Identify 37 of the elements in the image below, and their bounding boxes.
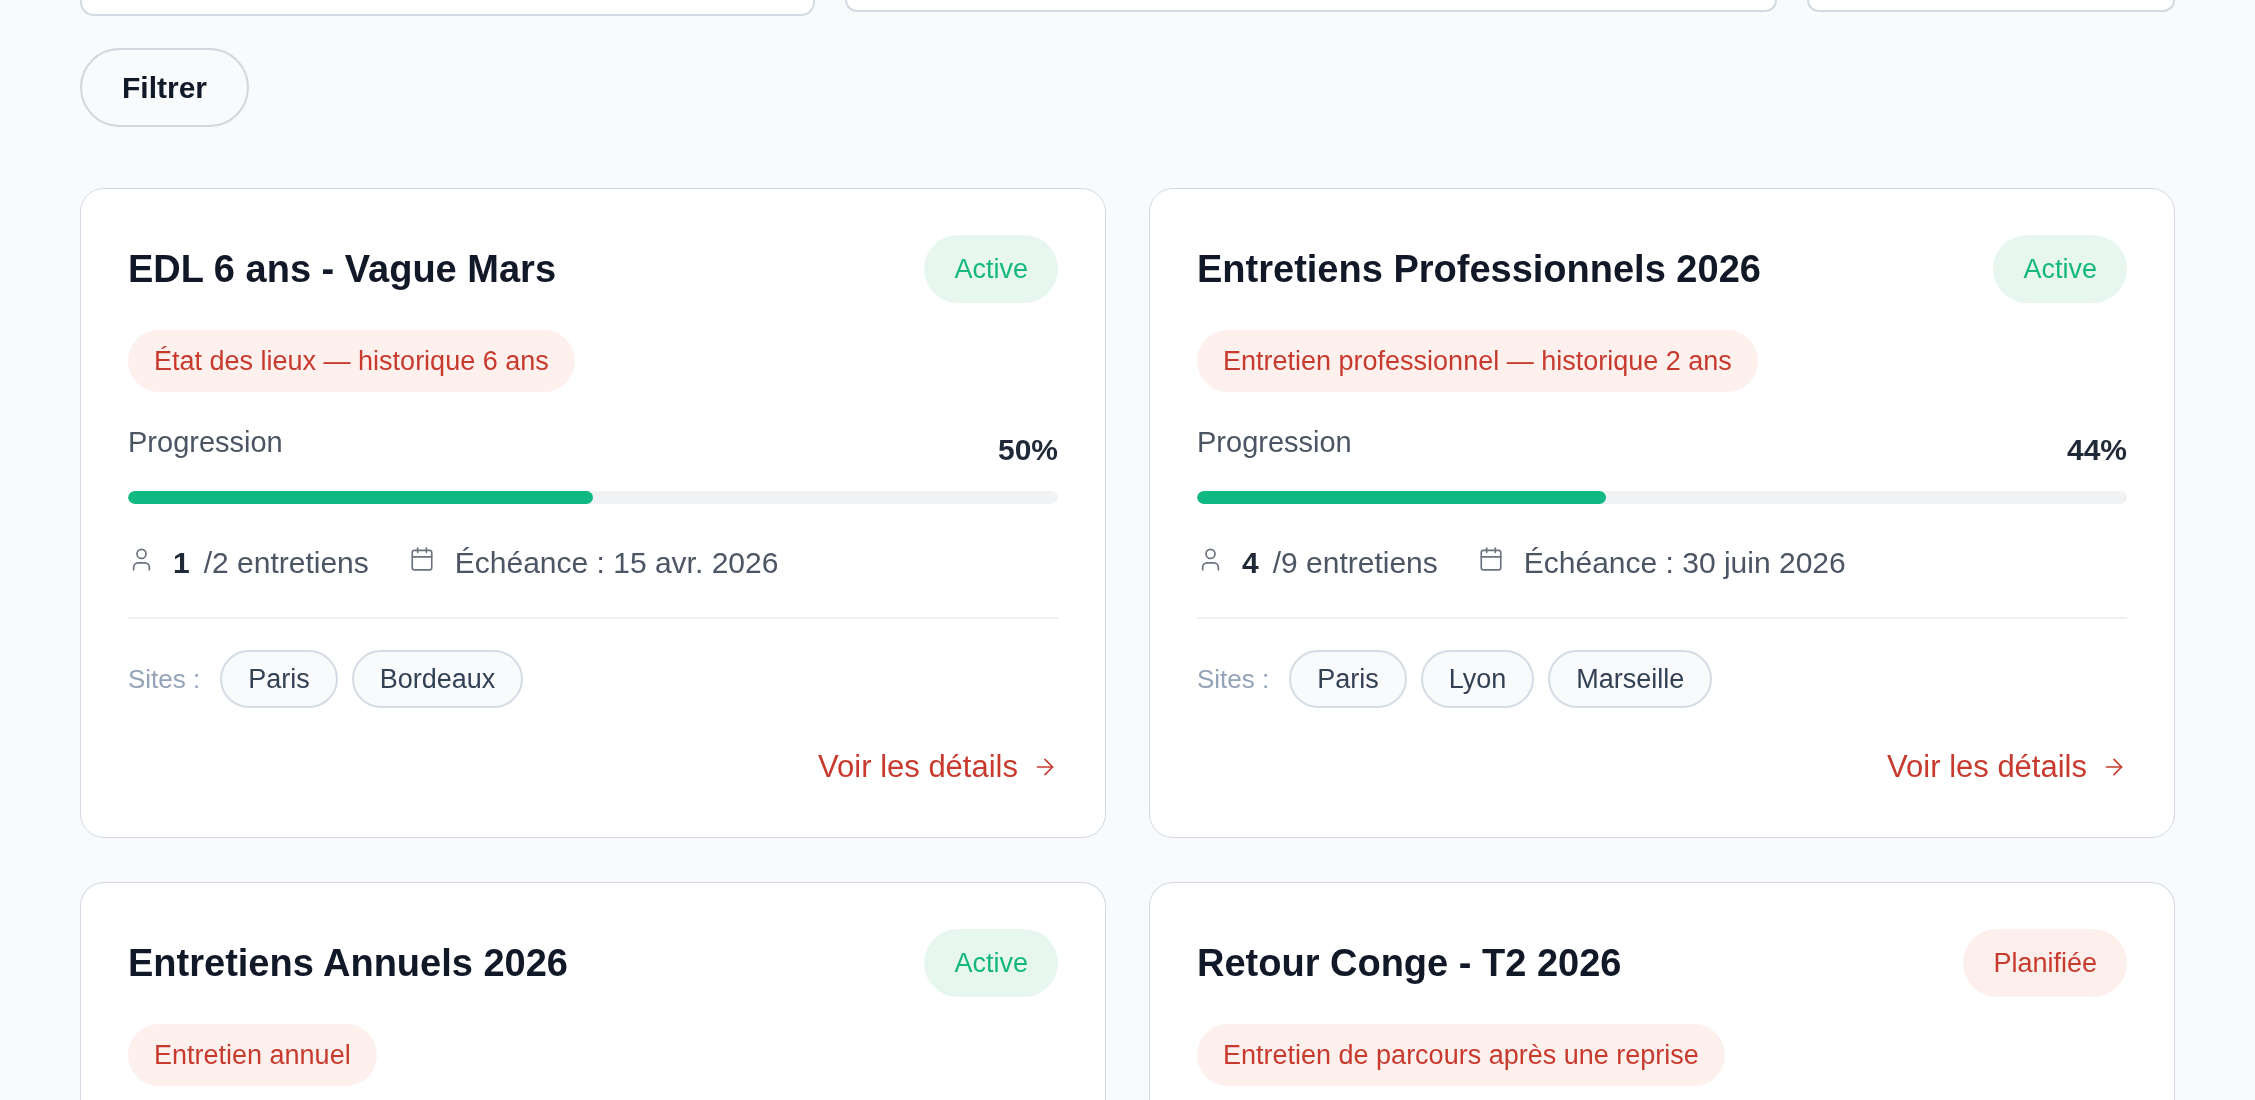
interview-total: /2 entretiens: [203, 544, 369, 581]
filter-button[interactable]: Filtrer: [80, 48, 250, 127]
progress-label: Progression: [128, 425, 283, 460]
progress-percent: 44%: [2066, 432, 2127, 468]
site-tag: Paris: [1289, 650, 1407, 708]
sites-label: Sites :: [128, 662, 201, 696]
status-badge: Active: [1993, 235, 2127, 303]
site-tag: Marseille: [1548, 650, 1713, 708]
calendar-icon: [1477, 546, 1504, 572]
deadline-text: Échéance : 15 avr. 2026: [454, 544, 779, 581]
category-tag: Entretien professionnel — historique 2 ans: [1197, 330, 1758, 392]
details-link[interactable]: Voir les détails: [818, 747, 1058, 787]
details-link[interactable]: Voir les détails: [1887, 747, 2127, 787]
card-title: Retour Conge - T2 2026: [1197, 941, 1622, 986]
deadline-text: Échéance : 30 juin 2026: [1523, 544, 1846, 581]
category-tag: Entretien de parcours après une reprise: [1197, 1024, 1725, 1086]
completed-count: 1: [173, 544, 190, 581]
site-tag: Bordeaux: [351, 650, 524, 708]
status-badge: Planifiée: [1963, 929, 2127, 997]
card-title: Entretiens Professionnels 2026: [1197, 247, 1761, 292]
completed-count: 4: [1242, 544, 1259, 581]
sites-label: Sites :: [1197, 662, 1270, 696]
category-tag: État des lieux — historique 6 ans: [128, 330, 575, 392]
progress-percent: 50%: [997, 432, 1058, 468]
interview-total: /9 entretiens: [1272, 544, 1438, 581]
site-tag: Lyon: [1420, 650, 1535, 708]
input-field[interactable]: [845, 0, 1777, 12]
input-field[interactable]: [1807, 0, 2175, 12]
input-field[interactable]: [80, 0, 815, 16]
site-tag: Paris: [220, 650, 338, 708]
status-badge: Active: [924, 235, 1058, 303]
calendar-icon: [408, 546, 435, 572]
card-title: Entretiens Annuels 2026: [128, 941, 568, 986]
category-tag: Entretien annuel: [128, 1024, 377, 1086]
status-badge: Active: [924, 929, 1058, 997]
progress-label: Progression: [1197, 425, 1352, 460]
card-title: EDL 6 ans - Vague Mars: [128, 247, 557, 292]
